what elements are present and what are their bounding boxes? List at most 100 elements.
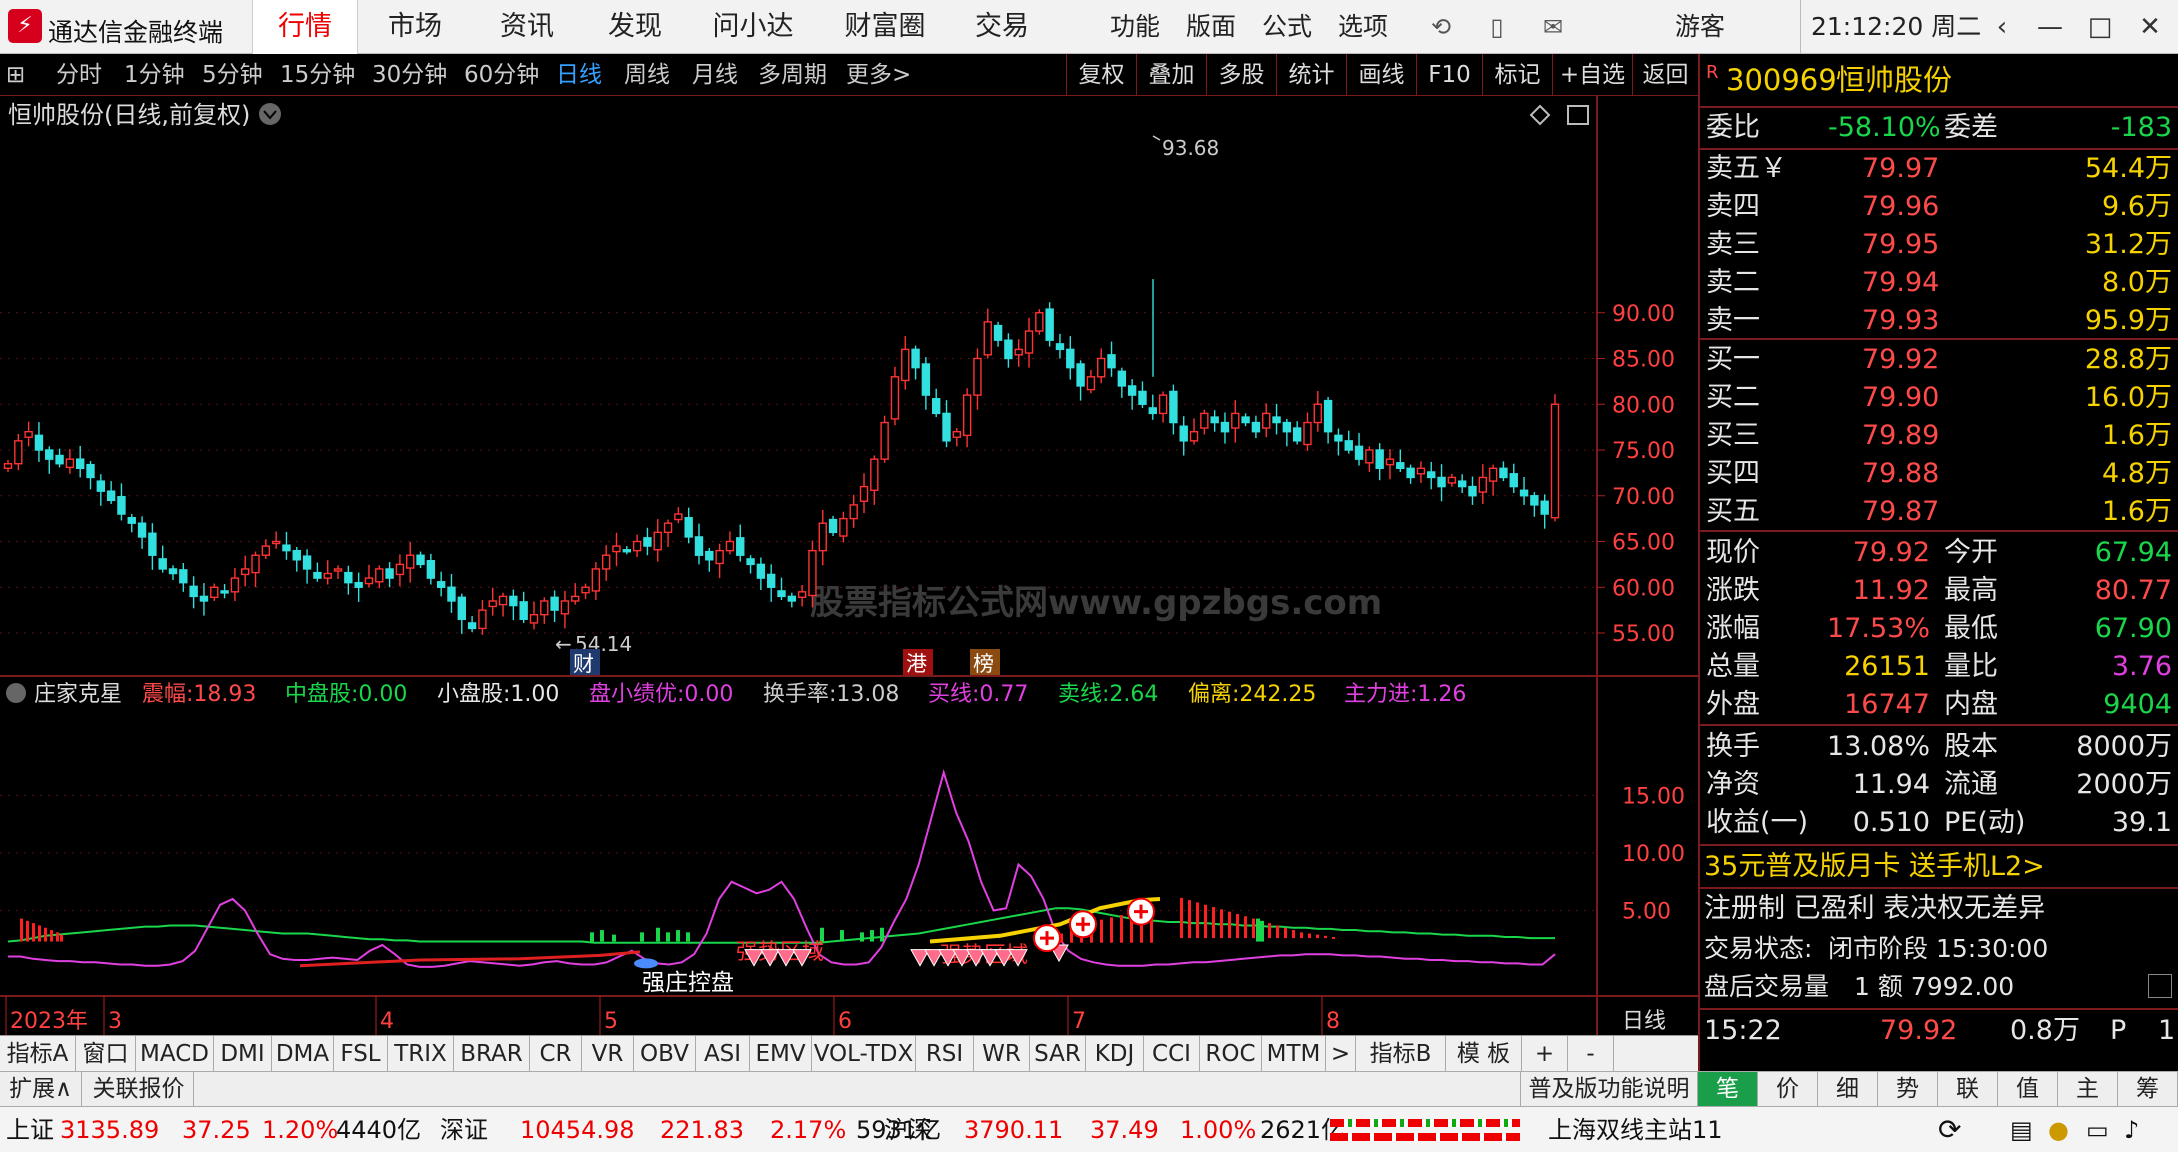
period-multi[interactable]: 多周期 (758, 54, 827, 96)
nav-gongshi[interactable]: 公式 (1252, 0, 1322, 54)
period-5min[interactable]: 5分钟 (202, 54, 263, 96)
period-15min[interactable]: 15分钟 (280, 54, 355, 96)
indicator-tab[interactable]: 模 板 (1446, 1036, 1522, 1072)
indicator-name[interactable]: 庄家克星 (34, 682, 122, 707)
indicator-tab[interactable]: > (1326, 1036, 1356, 1072)
tool-fuquan[interactable]: 复权 (1066, 54, 1136, 96)
nav-caifuquan[interactable]: 财富圈 (826, 0, 944, 54)
phone-icon[interactable]: ▯ (1480, 12, 1514, 42)
nav-wenxiaoda[interactable]: 问小达 (694, 0, 812, 54)
nav-hangqing[interactable]: 行情 (252, 0, 358, 54)
index-name[interactable]: 深证 (440, 1107, 488, 1152)
chart-options-icon[interactable] (259, 103, 281, 125)
quote-tab[interactable]: 细 (1818, 1072, 1878, 1107)
period-monthly[interactable]: 月线 (692, 54, 738, 96)
tool-back[interactable]: 返回 (1632, 54, 1698, 96)
indicator-options-icon[interactable] (6, 683, 26, 703)
quote-tab[interactable]: 笔 (1698, 1072, 1758, 1107)
chart-area[interactable]: 90.0085.0080.0075.0070.0065.0060.0055.00… (0, 96, 1698, 1035)
indicator-tab[interactable]: RSI (916, 1036, 974, 1072)
indicator-tab[interactable]: OBV (634, 1036, 696, 1072)
list-icon[interactable]: ▤ (2010, 1107, 2033, 1152)
bid-row[interactable]: 买一 79.92 28.8万 (1700, 341, 2178, 379)
period-1min[interactable]: 1分钟 (124, 54, 185, 96)
tool-tongji[interactable]: 统计 (1276, 54, 1346, 96)
nav-xuanxiang[interactable]: 选项 (1328, 0, 1398, 54)
bid-row[interactable]: 买四 79.88 4.8万 (1700, 455, 2178, 493)
indicator-tab[interactable]: EMV (750, 1036, 812, 1072)
indicator-tab[interactable]: DMA (272, 1036, 334, 1072)
indicator-tab[interactable]: SAR (1030, 1036, 1086, 1072)
indicator-tab[interactable]: VOL-TDX (812, 1036, 916, 1072)
indicator-tab[interactable]: VR (582, 1036, 634, 1072)
server-name[interactable]: 上海双线主站11 (1548, 1107, 1723, 1152)
coin-icon[interactable]: ● (2048, 1107, 2069, 1152)
nav-faxian[interactable]: 发现 (582, 0, 688, 54)
index-name[interactable]: 上证 (6, 1107, 54, 1152)
close-icon[interactable]: ✕ (2130, 9, 2170, 45)
ask-row[interactable]: 卖四 79.96 9.6万 (1700, 188, 2178, 226)
indicator-tab[interactable]: 窗口 (76, 1036, 136, 1072)
related-quotes-tab[interactable]: 关联报价 (84, 1072, 194, 1107)
nav-shichang[interactable]: 市场 (362, 0, 468, 54)
indicator-tab[interactable]: CR (530, 1036, 582, 1072)
quote-tab[interactable]: 主 (2058, 1072, 2118, 1107)
minimize-icon[interactable]: — (2030, 9, 2070, 45)
indicator-tab[interactable]: MACD (136, 1036, 214, 1072)
user-label[interactable]: 游客 (1660, 0, 1740, 54)
bid-row[interactable]: 买三 79.89 1.6万 (1700, 417, 2178, 455)
back-icon[interactable]: ‹ (1982, 9, 2022, 45)
nav-jiaoyi[interactable]: 交易 (952, 0, 1052, 54)
tool-duogu[interactable]: 多股 (1206, 54, 1276, 96)
quote-tab[interactable]: 势 (1878, 1072, 1938, 1107)
quote-tab[interactable]: 筹 (2118, 1072, 2178, 1107)
indicator-tab[interactable]: 指标B (1356, 1036, 1446, 1072)
layout-icon[interactable]: ⊞ (6, 54, 36, 96)
ask-row[interactable]: 卖一 79.93 95.9万 (1700, 302, 2178, 340)
indicator-tab[interactable]: DMI (214, 1036, 272, 1072)
calendar-icon[interactable] (2148, 974, 2172, 998)
indicator-tab[interactable]: ASI (696, 1036, 750, 1072)
period-fenshi[interactable]: 分时 (56, 54, 102, 96)
bell-icon[interactable]: ♪ (2124, 1107, 2139, 1152)
indicator-tab[interactable]: FSL (334, 1036, 388, 1072)
indicator-tab[interactable]: TRIX (388, 1036, 454, 1072)
nav-gongneng[interactable]: 功能 (1100, 0, 1170, 54)
period-weekly[interactable]: 周线 (624, 54, 670, 96)
help-link[interactable]: 普及版功能说明 (1520, 1072, 1698, 1107)
indicator-tab[interactable]: ROC (1200, 1036, 1262, 1072)
indicator-tab[interactable]: MTM (1262, 1036, 1326, 1072)
ask-row[interactable]: 卖三 79.95 31.2万 (1700, 226, 2178, 264)
bid-row[interactable]: 买五 79.87 1.6万 (1700, 493, 2178, 531)
expand-button[interactable]: 扩展∧ (0, 1072, 82, 1107)
refresh-icon[interactable]: ⟲ (1424, 12, 1458, 42)
promo-link[interactable]: 35元普及版月卡 送手机L2> (1700, 848, 2178, 886)
quote-tab[interactable]: 价 (1758, 1072, 1818, 1107)
mail-icon[interactable]: ✉ (1536, 12, 1570, 42)
indicator-tab[interactable]: + (1522, 1036, 1568, 1072)
nav-zixun[interactable]: 资讯 (474, 0, 580, 54)
ask-row[interactable]: 卖五￥ 79.97 54.4万 (1700, 150, 2178, 188)
marker-bang[interactable]: 榜 (973, 652, 994, 676)
quote-tab[interactable]: 联 (1938, 1072, 1998, 1107)
ask-row[interactable]: 卖二 79.94 8.0万 (1700, 264, 2178, 302)
tool-diejia[interactable]: 叠加 (1136, 54, 1206, 96)
period-30min[interactable]: 30分钟 (372, 54, 447, 96)
indicator-tab[interactable]: KDJ (1086, 1036, 1144, 1072)
nav-banmian[interactable]: 版面 (1176, 0, 1246, 54)
period-more[interactable]: 更多> (846, 54, 911, 96)
tv-icon[interactable]: ▭ (2086, 1107, 2109, 1152)
bid-row[interactable]: 买二 79.90 16.0万 (1700, 379, 2178, 417)
tool-biaoji[interactable]: 标记 (1482, 54, 1552, 96)
refresh-icon[interactable]: ⟳ (1938, 1107, 1961, 1152)
indicator-tab[interactable]: CCI (1144, 1036, 1200, 1072)
quote-tab[interactable]: 值 (1998, 1072, 2058, 1107)
tool-add-watchlist[interactable]: +自选 (1552, 54, 1632, 96)
maximize-icon[interactable]: □ (2080, 9, 2120, 45)
marker-cai[interactable]: 财 (573, 652, 594, 676)
indicator-tab[interactable]: - (1568, 1036, 1614, 1072)
indicator-tab[interactable]: WR (974, 1036, 1030, 1072)
indicator-tab[interactable]: BRAR (454, 1036, 530, 1072)
period-daily[interactable]: 日线 (556, 54, 602, 96)
index-name[interactable]: 沪深 (884, 1107, 932, 1152)
